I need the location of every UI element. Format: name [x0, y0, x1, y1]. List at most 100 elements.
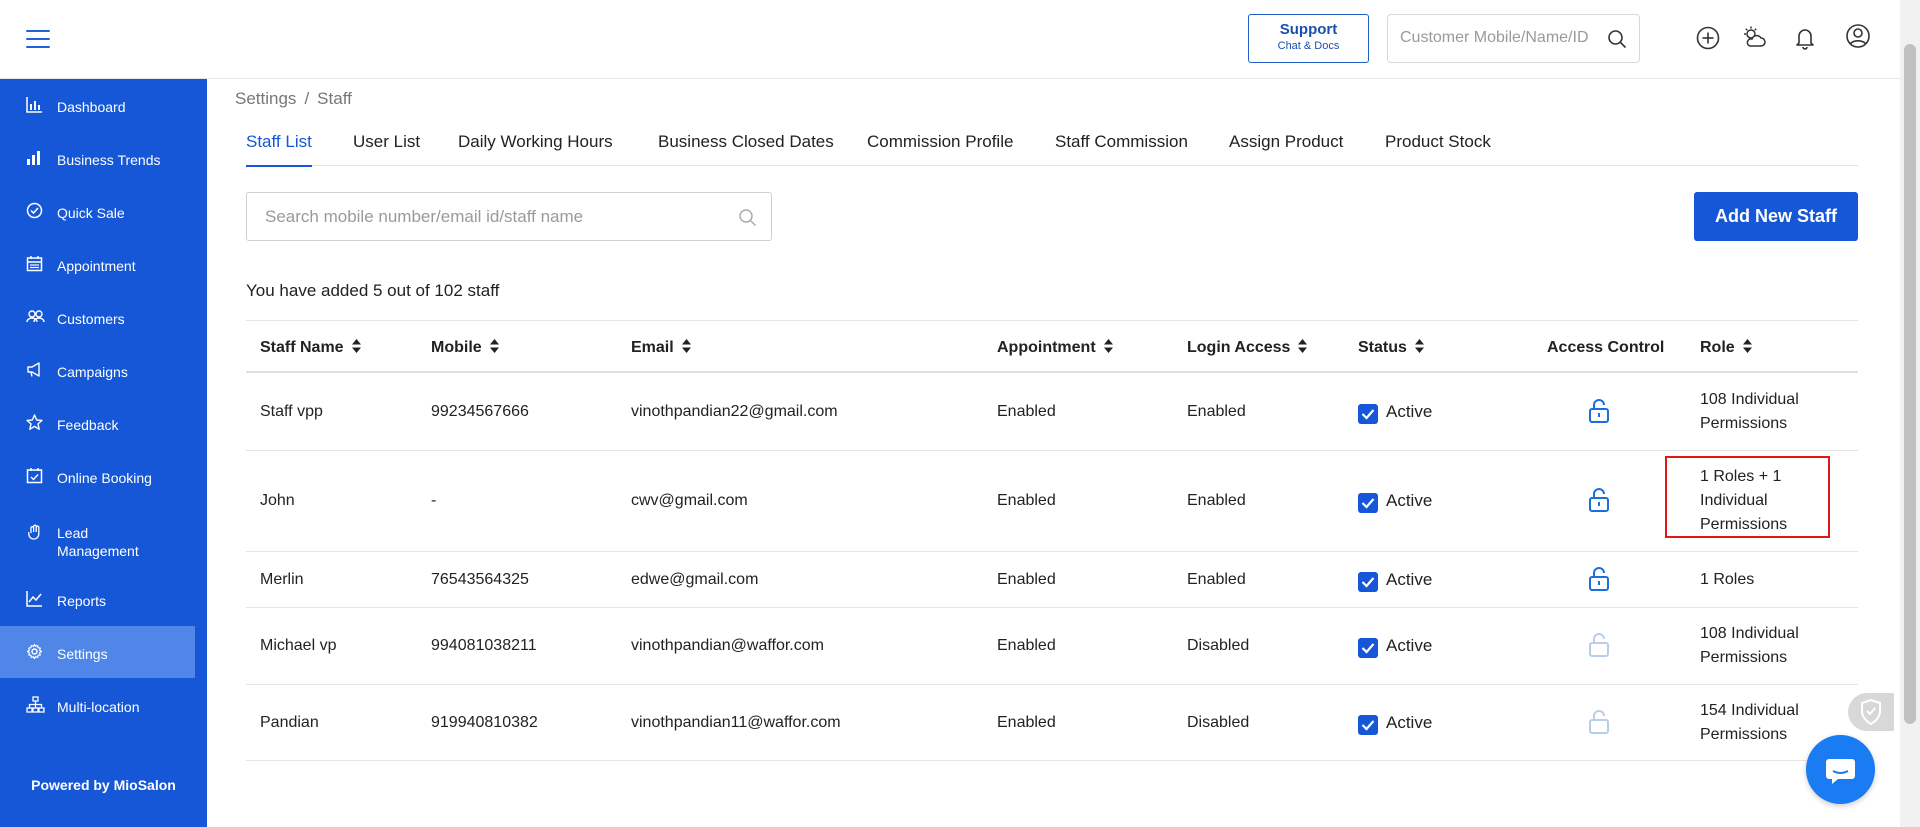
appointment-cell: Enabled	[997, 571, 1056, 588]
sort-icon[interactable]	[1298, 339, 1308, 358]
calendar-check-icon	[26, 467, 43, 484]
sidebar-item-label: Appointment	[57, 258, 136, 274]
header-staff-name[interactable]: Staff Name	[260, 339, 361, 358]
sidebar-item-label: Settings	[57, 646, 108, 662]
support-label: Support	[1279, 21, 1338, 38]
chat-bubble-icon[interactable]	[1806, 735, 1875, 804]
email-cell: vinothpandian@waffor.com	[631, 637, 824, 654]
staff-name-cell: Pandian	[260, 714, 319, 731]
login-access-cell: Disabled	[1187, 714, 1250, 731]
header-role[interactable]: Role	[1700, 339, 1752, 358]
sidebar-item-label: Online Booking	[57, 470, 152, 486]
status-checkbox[interactable]	[1358, 493, 1378, 513]
sidebar-item-online-booking[interactable]: Online Booking	[0, 450, 195, 502]
tab-staff-commission[interactable]: Staff Commission	[1055, 132, 1188, 166]
tab-assign-product[interactable]: Assign Product	[1229, 132, 1343, 166]
lock-open-icon[interactable]	[1588, 566, 1610, 597]
sidebar-item-lead-management[interactable]: Lead Management	[0, 503, 195, 569]
sidebar-item-label: Campaigns	[57, 364, 128, 380]
weather-icon[interactable]	[1741, 25, 1767, 51]
support-button[interactable]: Support Chat & Docs	[1248, 14, 1369, 63]
sort-icon[interactable]	[1742, 339, 1752, 358]
sidebar-item-multi-location[interactable]: Multi-location	[0, 679, 195, 731]
staff-search-input[interactable]	[265, 207, 705, 227]
sort-icon[interactable]	[681, 339, 691, 358]
search-icon[interactable]	[738, 208, 757, 232]
tab-business-closed-dates[interactable]: Business Closed Dates	[658, 132, 834, 166]
tab-daily-working-hours[interactable]: Daily Working Hours	[458, 132, 613, 166]
staff-name-cell: Michael vp	[260, 637, 337, 654]
header-mobile[interactable]: Mobile	[431, 339, 499, 358]
table-row[interactable]: Michael vp 994081038211 vinothpandian@wa…	[246, 608, 1858, 685]
lock-open-icon[interactable]	[1588, 487, 1610, 518]
sidebar-item-dashboard[interactable]: Dashboard	[0, 79, 195, 131]
breadcrumb-root[interactable]: Settings	[235, 89, 296, 108]
header-login-access[interactable]: Login Access	[1187, 339, 1308, 358]
sidebar-item-customers[interactable]: Customers	[0, 291, 195, 343]
hamburger-menu-icon[interactable]	[26, 30, 50, 52]
status-checkbox[interactable]	[1358, 572, 1378, 592]
add-circle-icon[interactable]	[1695, 25, 1721, 51]
sidebar-item-campaigns[interactable]: Campaigns	[0, 344, 195, 396]
email-cell: vinothpandian11@waffor.com	[631, 714, 841, 731]
sidebar-item-settings[interactable]: Settings	[0, 626, 195, 678]
user-profile-icon[interactable]	[1845, 23, 1871, 49]
sidebar-item-label: Business Trends	[57, 152, 161, 168]
appointment-cell: Enabled	[997, 714, 1056, 731]
megaphone-icon	[26, 361, 43, 378]
mobile-cell: 994081038211	[431, 637, 537, 654]
email-cell: edwe@gmail.com	[631, 571, 759, 588]
powered-by-text: Powered by MioSalon	[31, 777, 176, 793]
header-label: Email	[631, 339, 674, 356]
trend-bars-icon	[26, 149, 43, 166]
mobile-cell: -	[431, 492, 437, 509]
lock-open-icon[interactable]	[1588, 398, 1610, 429]
support-sublabel: Chat & Docs	[1277, 40, 1340, 52]
lock-open-disabled-icon	[1588, 632, 1610, 663]
sort-icon[interactable]	[1414, 339, 1424, 358]
sort-icon[interactable]	[351, 339, 361, 358]
sidebar-item-reports[interactable]: Reports	[0, 573, 195, 625]
sidebar-item-appointment[interactable]: Appointment	[0, 238, 195, 290]
table-header: Staff Name Mobile Email Appointment Logi…	[246, 320, 1858, 373]
shield-icon[interactable]	[1848, 693, 1894, 731]
status-checkbox[interactable]	[1358, 715, 1378, 735]
table-row[interactable]: John - cwv@gmail.com Enabled Enabled Act…	[246, 451, 1858, 552]
search-icon[interactable]	[1607, 29, 1627, 54]
customer-search-box	[1387, 14, 1640, 63]
mobile-cell: 919940810382	[431, 714, 538, 731]
header-status[interactable]: Status	[1358, 339, 1424, 358]
add-new-staff-button[interactable]: Add New Staff	[1694, 192, 1858, 241]
customer-search-input[interactable]	[1400, 29, 1600, 47]
staff-name-cell: Staff vpp	[260, 403, 323, 420]
tab-staff-list[interactable]: Staff List	[246, 132, 312, 167]
status-label: Active	[1386, 570, 1433, 589]
tab-product-stock[interactable]: Product Stock	[1385, 132, 1491, 166]
bell-icon[interactable]	[1792, 25, 1818, 51]
login-access-cell: Enabled	[1187, 492, 1246, 509]
table-row[interactable]: Merlin 76543564325 edwe@gmail.com Enable…	[246, 552, 1858, 608]
sidebar-item-quick-sale[interactable]: Quick Sale	[0, 185, 195, 237]
table-row[interactable]: Pandian 919940810382 vinothpandian11@waf…	[246, 685, 1858, 761]
email-cell: vinothpandian22@gmail.com	[631, 403, 838, 420]
header-appointment[interactable]: Appointment	[997, 339, 1113, 358]
tab-commission-profile[interactable]: Commission Profile	[867, 132, 1013, 166]
line-chart-icon	[26, 590, 43, 607]
header-label: Role	[1700, 339, 1735, 356]
sort-icon[interactable]	[489, 339, 499, 358]
sidebar-item-business-trends[interactable]: Business Trends	[0, 132, 195, 184]
role-cell: 1 Roles	[1700, 571, 1755, 588]
highlight-box	[1665, 456, 1830, 538]
sidebar-item-label: Multi-location	[57, 699, 140, 715]
table-row[interactable]: Staff vpp 99234567666 vinothpandian22@gm…	[246, 373, 1858, 451]
staff-name-cell: John	[260, 492, 295, 509]
mobile-cell: 76543564325	[431, 571, 529, 588]
scrollbar-thumb[interactable]	[1904, 44, 1916, 724]
sidebar-item-feedback[interactable]: Feedback	[0, 397, 195, 449]
sort-icon[interactable]	[1103, 339, 1113, 358]
status-checkbox[interactable]	[1358, 404, 1378, 424]
status-checkbox[interactable]	[1358, 638, 1378, 658]
tab-user-list[interactable]: User List	[353, 132, 420, 166]
header-email[interactable]: Email	[631, 339, 691, 358]
staff-count-text: You have added 5 out of 102 staff	[246, 281, 500, 300]
